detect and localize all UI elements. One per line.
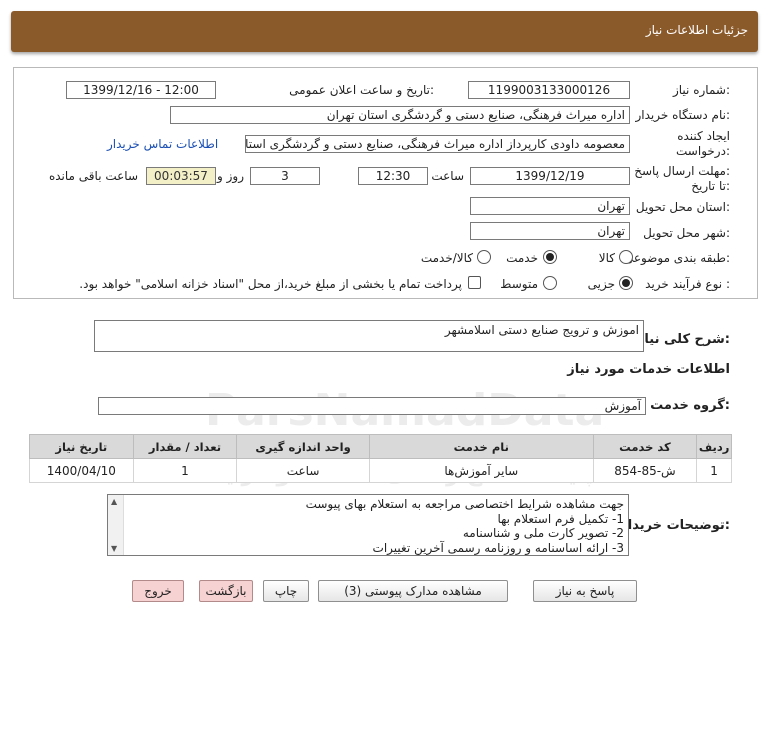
category-label: طبقه بندی موضوعی: (623, 251, 730, 265)
treasury-payment-checkbox[interactable] (468, 276, 481, 289)
days-label: روز و (217, 169, 244, 183)
cell-need-date: 1400/04/10 (29, 458, 134, 483)
buyer-notes-label: توضیحات خریدار: (620, 518, 730, 533)
announce-date-label: تاریخ و ساعت اعلان عمومی: (289, 83, 434, 97)
need-number-label: شماره نیاز: (672, 83, 730, 97)
creator-label-line2: درخواست: (676, 144, 730, 158)
category-service-radio[interactable] (543, 250, 557, 264)
category-goods-label: کالا (598, 251, 615, 265)
process-medium-label: متوسط (500, 277, 538, 291)
page-title: جزئیات اطلاعات نیاز (645, 23, 748, 37)
notes-line: 1- تکمیل فرم استعلام بها (497, 511, 624, 526)
col-quantity: تعداد / مقدار (132, 434, 238, 459)
buyer-org-field: اداره میراث فرهنگی، صنایع دستی و گردشگری… (170, 106, 630, 124)
cell-service-code: ش-85-854 (592, 458, 698, 483)
print-button[interactable]: چاپ (263, 580, 309, 602)
deadline-label: مهلت ارسال پاسخ: (634, 164, 730, 178)
creator-field: معصومه داودی کارپرداز اداره میراث فرهنگی… (245, 135, 630, 153)
process-partial-radio[interactable] (619, 276, 633, 290)
notes-line: 3- ارائه اساسنامه و روزنامه رسمی آخرین ت… (372, 540, 624, 555)
remaining-time-label: ساعت باقی مانده (48, 169, 138, 183)
service-group-label: گروه خدمت: (650, 398, 730, 413)
category-goods-radio[interactable] (619, 250, 633, 264)
col-need-date: تاریخ نیاز (29, 434, 134, 459)
days-remaining-field: 3 (250, 167, 320, 185)
deadline-label-line2: تا تاریخ: (691, 179, 730, 193)
col-service-name: نام خدمت (368, 434, 594, 459)
exit-button[interactable]: خروج (132, 580, 184, 602)
buyer-org-label: نام دستگاه خریدار: (635, 108, 731, 122)
notes-line: 2- تصویر کارت ملی و شناسنامه (462, 526, 624, 540)
category-goods-service-radio[interactable] (477, 250, 491, 264)
scroll-down-icon[interactable]: ▼ (111, 544, 117, 553)
process-partial-label: جزیی (587, 277, 615, 291)
cell-service-name: سایر آموزش‌ها (368, 458, 594, 483)
remaining-time-field: 00:03:57 (146, 167, 216, 185)
scroll-up-icon[interactable]: ▲ (111, 497, 117, 506)
deadline-time-label: ساعت (431, 169, 464, 183)
notes-scrollbar[interactable]: ▲ ▼ (108, 495, 124, 555)
buyer-notes-textarea[interactable]: ▲ ▼ جهت مشاهده شرایط اختصاصی مراجعه به ا… (107, 494, 629, 556)
process-medium-radio[interactable] (543, 276, 557, 290)
table-header-row: ردیف کد خدمت نام خدمت واحد اندازه گیری ت… (29, 434, 732, 459)
cell-unit: ساعت (236, 458, 370, 483)
notes-line: جهت مشاهده شرایط اختصاصی مراجعه به استعل… (305, 497, 624, 511)
city-label: شهر محل تحویل: (643, 226, 730, 240)
category-service-label: خدمت (506, 251, 538, 265)
col-unit: واحد اندازه گیری (236, 434, 370, 459)
process-type-label: نوع فرآیند خرید : (645, 277, 730, 291)
reply-button[interactable]: پاسخ به نیاز (533, 580, 637, 602)
col-service-code: کد خدمت (592, 434, 698, 459)
deadline-date-field: 1399/12/19 (470, 167, 630, 185)
need-number-field: 1199003133000126 (468, 81, 630, 99)
services-table: ردیف کد خدمت نام خدمت واحد اندازه گیری ت… (29, 434, 732, 483)
service-group-field: آموزش (98, 397, 646, 415)
province-field: تهران (470, 197, 630, 215)
buyer-contact-link[interactable]: اطلاعات تماس خریدار (107, 137, 218, 151)
city-field: تهران (470, 222, 630, 240)
province-label: استان محل تحویل: (635, 200, 730, 214)
cell-quantity: 1 (132, 458, 238, 483)
announce-date-field: 1399/12/16 - 12:00 (66, 81, 216, 99)
creator-label: ایجاد کننده (677, 129, 730, 143)
treasury-payment-note: پرداخت تمام یا بخشی از مبلغ خرید،از محل … (79, 277, 462, 291)
view-attachments-button[interactable]: مشاهده مدارک پیوستی (3) (318, 580, 508, 602)
col-row-number: ردیف (696, 434, 732, 459)
need-summary-label: شرح کلی نیاز: (636, 332, 730, 347)
deadline-time-field: 12:30 (358, 167, 428, 185)
category-goods-service-label: کالا/خدمت (420, 251, 473, 265)
page-header: جزئیات اطلاعات نیاز (11, 11, 758, 52)
need-summary-field: اموزش و ترویج صنایع دستی اسلامشهر (94, 320, 644, 352)
table-row: 1 ش-85-854 سایر آموزش‌ها ساعت 1 1400/04/… (29, 458, 732, 483)
services-section-title: اطلاعات خدمات مورد نیاز (567, 362, 730, 377)
back-button[interactable]: بازگشت (199, 580, 253, 602)
cell-row-number: 1 (696, 458, 732, 483)
